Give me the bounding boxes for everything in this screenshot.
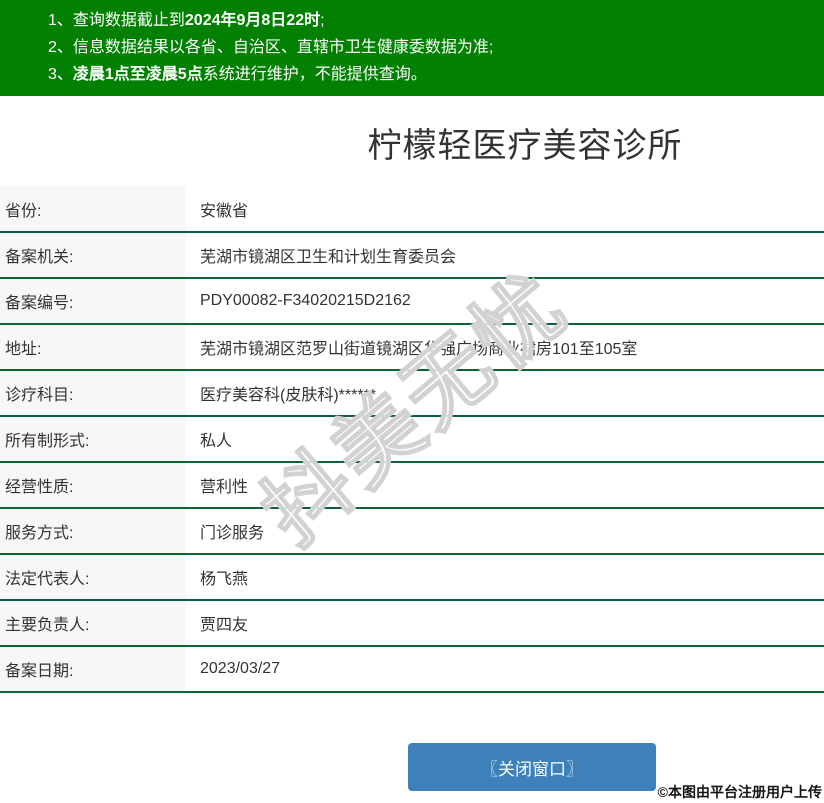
notice-text: 3、 [48,66,73,83]
table-row: 省份: 安徽省 [0,186,824,233]
table-row: 所有制形式: 私人 [0,416,824,463]
notice-text: 1、查询数据截止到 [48,12,185,29]
notice-text: 系统进行维护，不能提供查询。 [202,66,427,83]
field-label: 省份: [0,186,185,233]
field-value: 贾四友 [185,600,824,647]
field-value: 门诊服务 [185,508,824,555]
notice-line: 3、凌晨1点至凌晨5点系统进行维护，不能提供查询。 [48,61,814,88]
table-row: 法定代表人: 杨飞燕 [0,554,824,601]
field-value: 杨飞燕 [185,554,824,601]
field-value: PDY00082-F34020215D2162 [185,278,824,325]
field-label: 地址: [0,324,185,371]
table-row: 备案日期: 2023/03/27 [0,646,824,693]
notice-bold-text: 凌晨1点至凌晨5点 [72,66,203,83]
field-label: 备案编号: [0,278,185,325]
field-value: 私人 [185,416,824,463]
field-label: 服务方式: [0,508,185,555]
field-label: 主要负责人: [0,600,185,647]
table-row: 经营性质: 营利性 [0,462,824,509]
notice-line: 2、信息数据结果以各省、自治区、直辖市卫生健康委数据为准; [48,34,814,61]
page-title: 柠檬轻医疗美容诊所 [367,127,683,165]
notice-text: 2、信息数据结果以各省、自治区、直辖市卫生健康委数据为准; [48,39,494,56]
field-value: 芜湖市镜湖区卫生和计划生育委员会 [185,232,824,279]
field-label: 经营性质: [0,462,185,509]
uploader-copyright-text: ©本图由平台注册用户上传 [657,784,822,800]
field-label: 法定代表人: [0,554,185,601]
table-row: 诊疗科目: 医疗美容科(皮肤科)****** [0,370,824,417]
field-value: 2023/03/27 [185,646,824,693]
field-value: 医疗美容科(皮肤科)****** [185,370,824,417]
table-row: 备案编号: PDY00082-F34020215D2162 [0,278,824,325]
field-label: 所有制形式: [0,416,185,463]
record-table: 省份: 安徽省 备案机关: 芜湖市镜湖区卫生和计划生育委员会 备案编号: PDY… [0,186,824,693]
field-label: 诊疗科目: [0,370,185,417]
field-value: 营利性 [185,462,824,509]
notice-banner: 1、查询数据截止到2024年9月8日22时; 2、信息数据结果以各省、自治区、直… [0,0,824,96]
table-row: 备案机关: 芜湖市镜湖区卫生和计划生育委员会 [0,232,824,279]
notice-text: ; [320,12,325,29]
close-window-button[interactable]: 〖关闭窗口〗 [408,743,656,791]
table-row: 服务方式: 门诊服务 [0,508,824,555]
field-value: 芜湖市镜湖区范罗山街道镜湖区华强广场商业裙房101至105室 [185,324,824,371]
table-row: 地址: 芜湖市镜湖区范罗山街道镜湖区华强广场商业裙房101至105室 [0,324,824,371]
field-value: 安徽省 [185,186,824,233]
notice-line: 1、查询数据截止到2024年9月8日22时; [48,7,814,34]
field-label: 备案机关: [0,232,185,279]
table-row: 主要负责人: 贾四友 [0,600,824,647]
field-label: 备案日期: [0,646,185,693]
notice-bold-text: 2024年9月8日22时 [184,12,321,29]
